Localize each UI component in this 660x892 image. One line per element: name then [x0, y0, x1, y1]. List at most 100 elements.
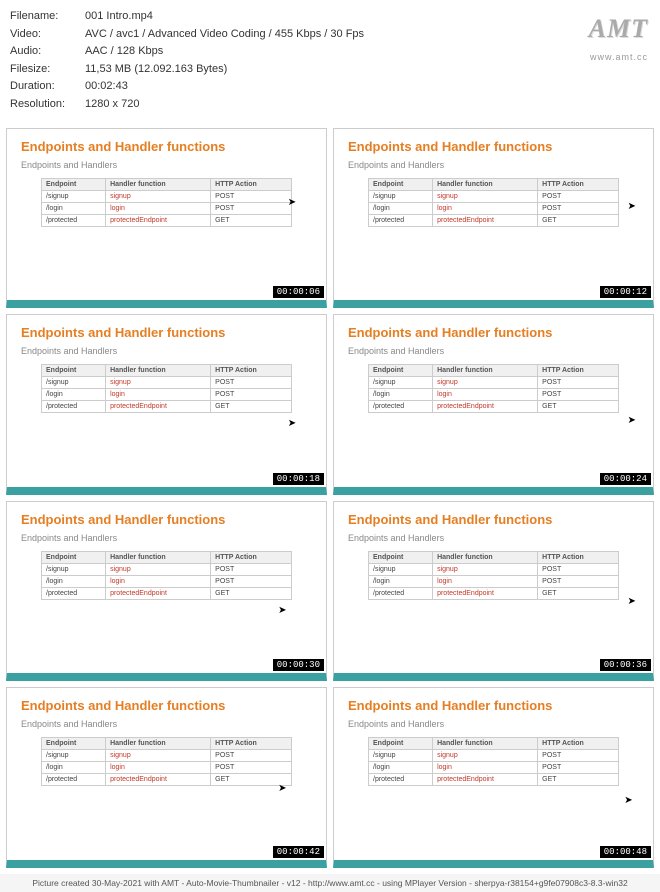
- table-row: /protectedprotectedEndpointGET: [369, 774, 619, 786]
- thumbnail[interactable]: Endpoints and Handler functions Endpoint…: [333, 314, 654, 495]
- cell-action: GET: [538, 401, 619, 413]
- meta-filename: Filename: 001 Intro.mp4: [10, 8, 650, 26]
- col-endpoint: Endpoint: [369, 365, 433, 377]
- meta-label: Video:: [10, 26, 85, 44]
- watermark-url: www.amt.cc: [589, 50, 648, 64]
- table-row: /loginloginPOST: [42, 202, 292, 214]
- col-action: HTTP Action: [538, 178, 619, 190]
- table-row: /loginloginPOST: [369, 202, 619, 214]
- cell-endpoint: /login: [42, 389, 106, 401]
- cell-endpoint: /signup: [42, 563, 106, 575]
- timestamp-badge: 00:00:18: [273, 473, 324, 485]
- cell-action: GET: [211, 214, 292, 226]
- slide-content: Endpoints and Handler functions Endpoint…: [334, 688, 653, 796]
- table-row: /loginloginPOST: [42, 575, 292, 587]
- thumbnail[interactable]: Endpoints and Handler functions Endpoint…: [6, 314, 327, 495]
- cell-endpoint: /signup: [42, 190, 106, 202]
- table-row: /protectedprotectedEndpointGET: [42, 214, 292, 226]
- slide-subtitle: Endpoints and Handlers: [348, 533, 639, 543]
- cell-action: GET: [538, 214, 619, 226]
- slide-title: Endpoints and Handler functions: [21, 698, 312, 713]
- col-action: HTTP Action: [538, 551, 619, 563]
- meta-value: AVC / avc1 / Advanced Video Coding / 455…: [85, 26, 364, 44]
- cell-handler: protectedEndpoint: [433, 401, 538, 413]
- cell-endpoint: /signup: [42, 750, 106, 762]
- cell-handler: protectedEndpoint: [106, 774, 211, 786]
- table-row: /loginloginPOST: [42, 389, 292, 401]
- cell-endpoint: /signup: [369, 377, 433, 389]
- meta-value: 1280 x 720: [85, 96, 139, 114]
- timestamp-badge: 00:00:36: [600, 659, 651, 671]
- cell-endpoint: /signup: [369, 750, 433, 762]
- thumbnail[interactable]: Endpoints and Handler functions Endpoint…: [333, 687, 654, 868]
- cell-handler: login: [106, 389, 211, 401]
- cell-handler: signup: [106, 377, 211, 389]
- cell-handler: signup: [433, 190, 538, 202]
- slide-content: Endpoints and Handler functions Endpoint…: [7, 315, 326, 423]
- cell-endpoint: /login: [42, 202, 106, 214]
- table-row: /loginloginPOST: [369, 389, 619, 401]
- thumbnail[interactable]: Endpoints and Handler functions Endpoint…: [333, 501, 654, 682]
- cursor-icon: ➤: [278, 783, 286, 794]
- cell-endpoint: /protected: [369, 401, 433, 413]
- table-row: /signupsignupPOST: [42, 563, 292, 575]
- table-row: /signupsignupPOST: [42, 190, 292, 202]
- cursor-icon: ➤: [627, 596, 635, 607]
- cell-handler: protectedEndpoint: [106, 401, 211, 413]
- cell-action: POST: [211, 377, 292, 389]
- cell-handler: login: [106, 575, 211, 587]
- col-endpoint: Endpoint: [369, 178, 433, 190]
- col-handler: Handler function: [106, 738, 211, 750]
- slide-content: Endpoints and Handler functions Endpoint…: [7, 688, 326, 796]
- col-endpoint: Endpoint: [42, 551, 106, 563]
- slide-content: Endpoints and Handler functions Endpoint…: [334, 502, 653, 610]
- table-row: /protectedprotectedEndpointGET: [369, 214, 619, 226]
- cursor-icon: ➤: [278, 605, 286, 616]
- meta-label: Filesize:: [10, 61, 85, 79]
- cell-action: GET: [211, 401, 292, 413]
- meta-label: Duration:: [10, 78, 85, 96]
- metadata-header: AMT www.amt.cc Filename: 001 Intro.mp4 V…: [0, 0, 660, 122]
- endpoints-table: Endpoint Handler function HTTP Action /s…: [41, 364, 292, 413]
- slide-content: Endpoints and Handler functions Endpoint…: [334, 315, 653, 423]
- thumbnail[interactable]: Endpoints and Handler functions Endpoint…: [6, 501, 327, 682]
- timestamp-badge: 00:00:06: [273, 286, 324, 298]
- col-action: HTTP Action: [538, 365, 619, 377]
- slide-title: Endpoints and Handler functions: [348, 325, 639, 340]
- thumbnail[interactable]: Endpoints and Handler functions Endpoint…: [6, 128, 327, 309]
- col-handler: Handler function: [433, 551, 538, 563]
- table-row: /protectedprotectedEndpointGET: [369, 401, 619, 413]
- cell-handler: protectedEndpoint: [433, 587, 538, 599]
- cell-handler: signup: [106, 190, 211, 202]
- thumbnail[interactable]: Endpoints and Handler functions Endpoint…: [333, 128, 654, 309]
- cell-handler: protectedEndpoint: [106, 587, 211, 599]
- col-action: HTTP Action: [211, 738, 292, 750]
- cell-handler: protectedEndpoint: [433, 774, 538, 786]
- cell-endpoint: /protected: [42, 401, 106, 413]
- cell-action: POST: [538, 762, 619, 774]
- meta-video: Video: AVC / avc1 / Advanced Video Codin…: [10, 26, 650, 44]
- endpoints-table: Endpoint Handler function HTTP Action /s…: [368, 178, 619, 227]
- cell-handler: login: [106, 202, 211, 214]
- cell-action: POST: [538, 202, 619, 214]
- table-row: /loginloginPOST: [42, 762, 292, 774]
- col-endpoint: Endpoint: [42, 365, 106, 377]
- cell-endpoint: /login: [369, 202, 433, 214]
- table-row: /protectedprotectedEndpointGET: [42, 401, 292, 413]
- watermark: AMT www.amt.cc: [589, 8, 648, 64]
- cell-action: POST: [211, 762, 292, 774]
- cell-action: POST: [538, 575, 619, 587]
- cursor-icon: ➤: [288, 418, 296, 429]
- slide-subtitle: Endpoints and Handlers: [21, 533, 312, 543]
- slide-title: Endpoints and Handler functions: [21, 512, 312, 527]
- table-row: /protectedprotectedEndpointGET: [369, 587, 619, 599]
- cell-endpoint: /protected: [369, 214, 433, 226]
- thumbnail[interactable]: Endpoints and Handler functions Endpoint…: [6, 687, 327, 868]
- cell-handler: signup: [433, 750, 538, 762]
- cell-endpoint: /signup: [42, 377, 106, 389]
- cursor-icon: ➤: [627, 415, 635, 426]
- meta-value: 001 Intro.mp4: [85, 8, 153, 26]
- cell-action: POST: [211, 190, 292, 202]
- slide-subtitle: Endpoints and Handlers: [21, 160, 312, 170]
- cell-action: POST: [211, 202, 292, 214]
